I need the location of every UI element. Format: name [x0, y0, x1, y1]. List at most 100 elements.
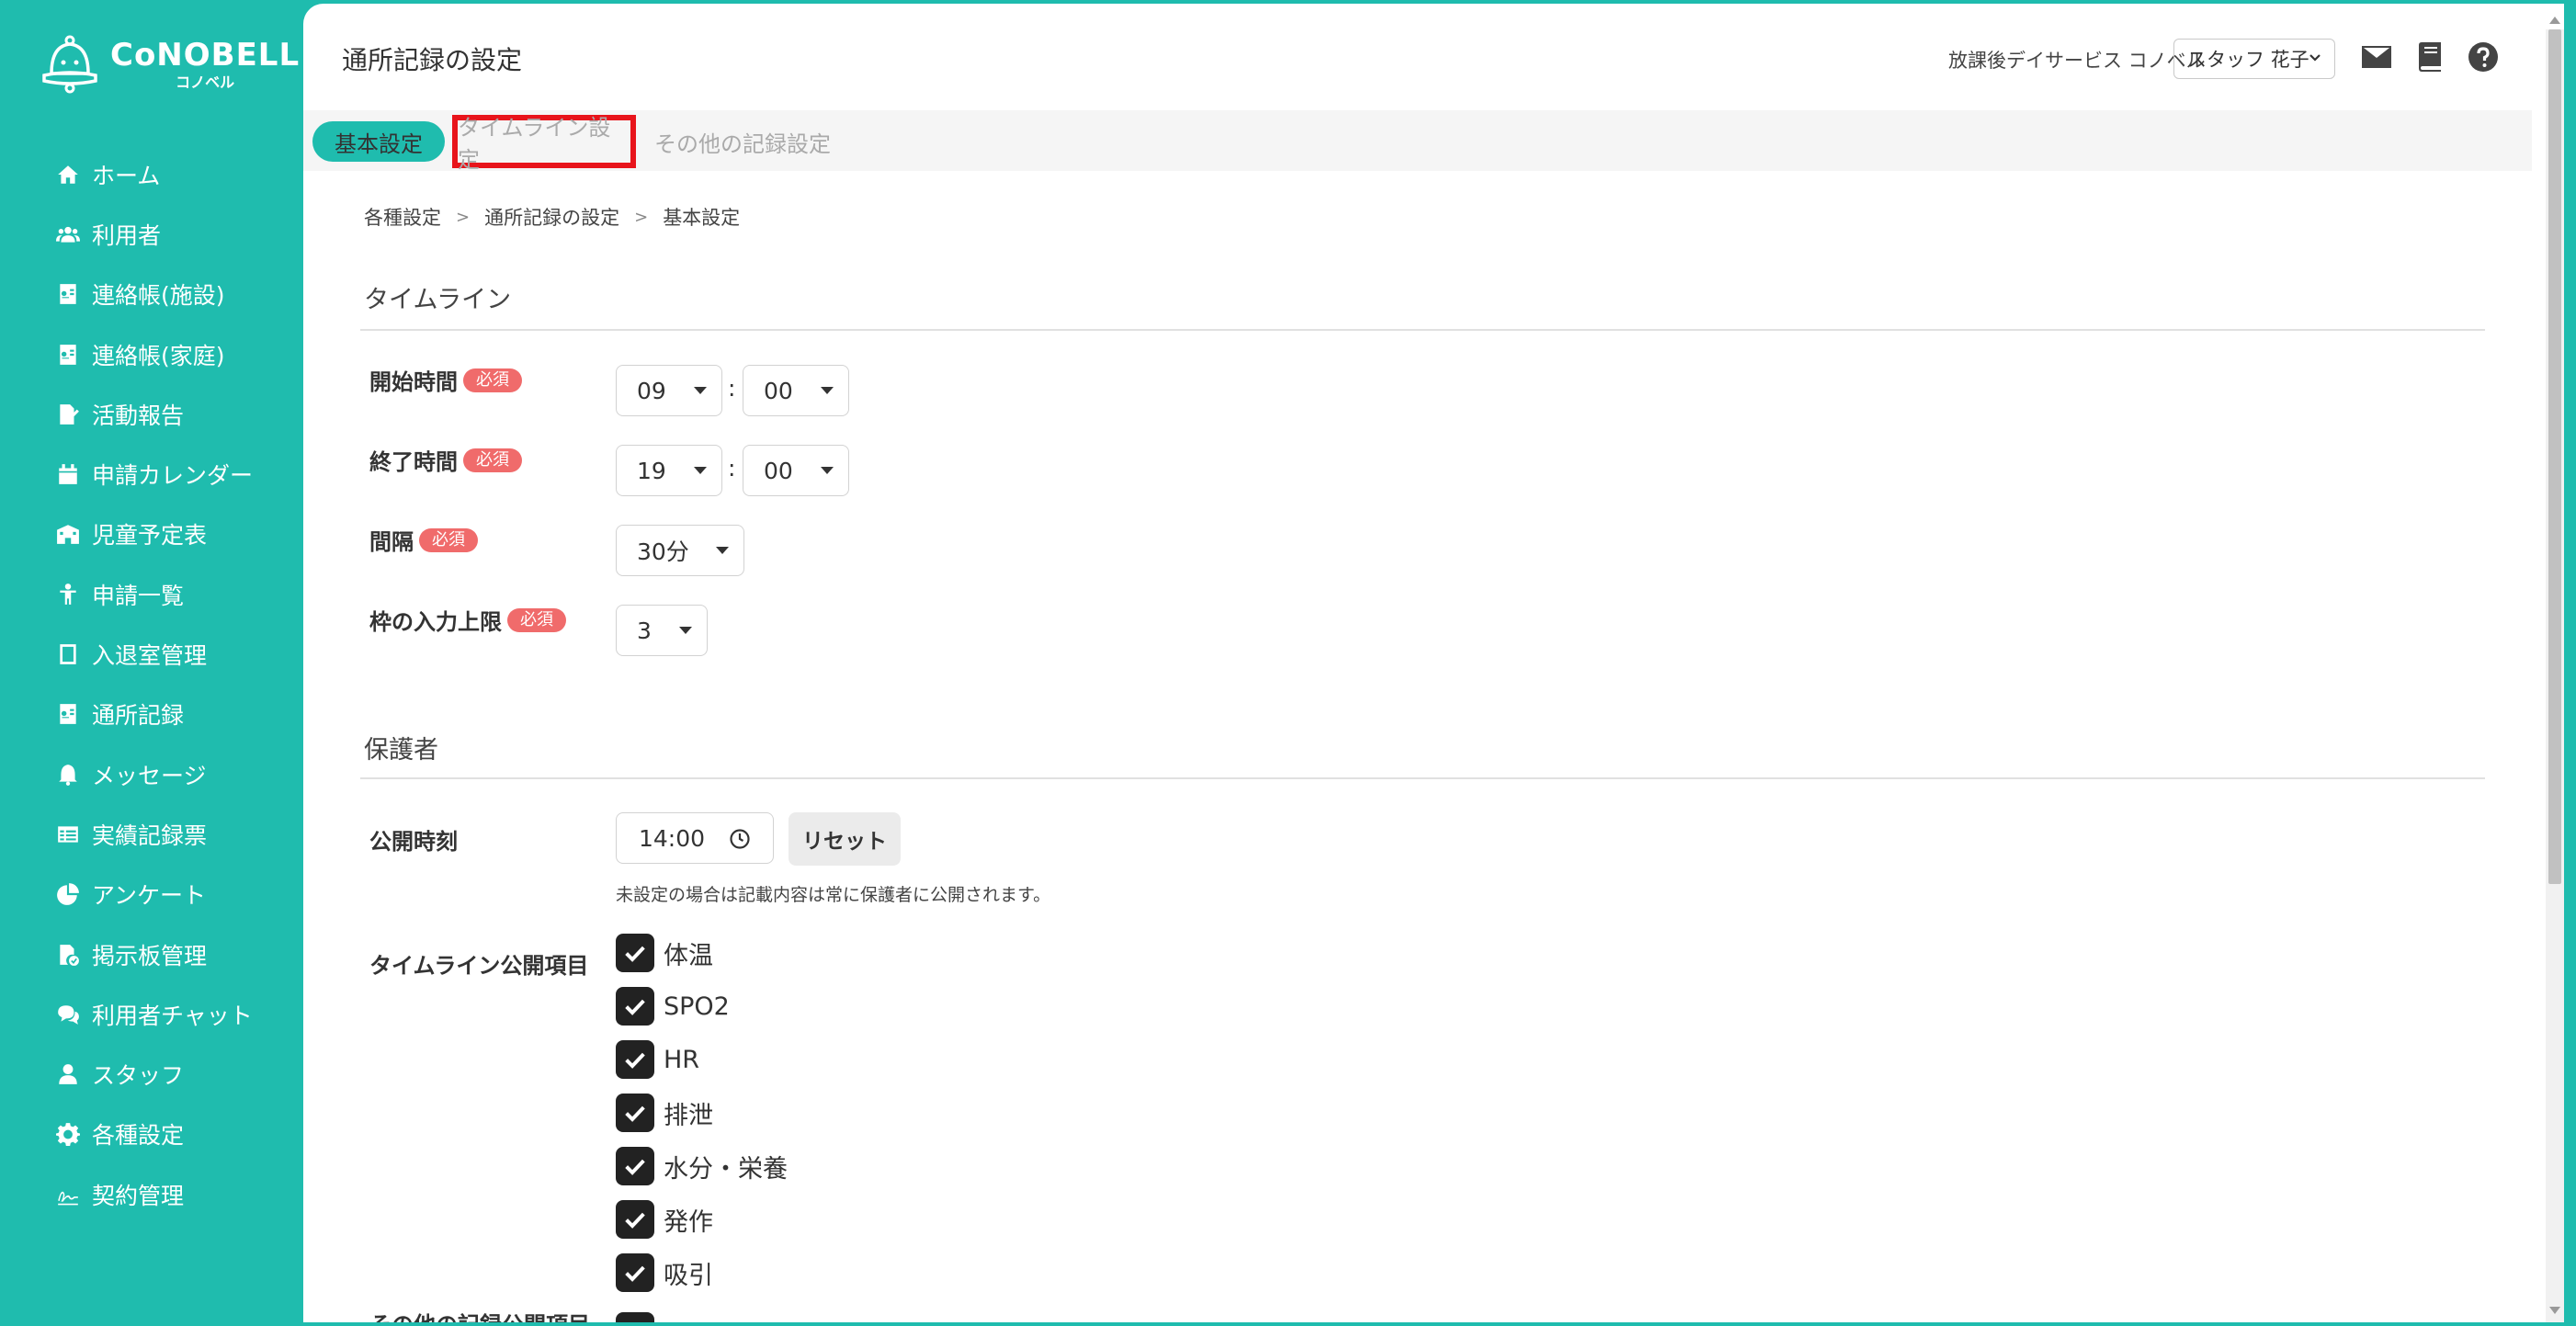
child-icon [55, 582, 81, 607]
sidebar-item-activity-report[interactable]: 活動報告 [0, 384, 303, 444]
checkbox-checked[interactable] [616, 934, 654, 972]
required-badge: 必須 [463, 368, 522, 392]
select-value: 30分 [637, 538, 689, 565]
sidebar-item-calendar[interactable]: 申請カレンダー [0, 444, 303, 504]
input-limit-select[interactable]: 3 [616, 605, 708, 656]
contact-book-icon [55, 342, 81, 368]
checkbox-label: 吸引 [664, 1261, 713, 1290]
sidebar-item-users[interactable]: 利用者 [0, 204, 303, 264]
tab-other-record-settings[interactable]: その他の記録設定 [651, 121, 834, 162]
checkbox-checked[interactable] [616, 1200, 654, 1239]
checkbox-checked[interactable] [616, 1094, 654, 1132]
chevron-down-icon [2309, 54, 2321, 62]
checkbox-checked[interactable] [616, 1147, 654, 1185]
checkbox-checked[interactable] [616, 1312, 654, 1322]
select-value: 00 [764, 377, 793, 404]
required-badge: 必須 [419, 527, 478, 552]
check-icon [625, 999, 645, 1015]
sidebar-item-home[interactable]: ホーム [0, 144, 303, 204]
sidebar-item-contracts[interactable]: 契約管理 [0, 1164, 303, 1224]
sidebar-item-entry-exit[interactable]: 入退室管理 [0, 624, 303, 684]
checkbox-item[interactable]: 発作 [616, 1199, 713, 1240]
sidebar-item-messages[interactable]: メッセージ [0, 744, 303, 804]
signature-icon [55, 1182, 81, 1207]
checkbox-item[interactable]: SPO2 [616, 986, 730, 1026]
checkbox-item[interactable]: 体温 [616, 933, 713, 973]
sidebar-item-label: 入退室管理 [92, 642, 208, 670]
scroll-up-arrow-icon[interactable] [2549, 17, 2560, 24]
sidebar-item-survey[interactable]: アンケート [0, 865, 303, 924]
manual-book-icon[interactable] [2413, 40, 2446, 74]
publish-time-input[interactable]: 14:00 [616, 812, 774, 864]
checkbox-item[interactable]: 水分・栄養 [616, 1146, 788, 1186]
end-hour-select[interactable]: 19 [616, 445, 722, 496]
scroll-down-arrow-icon[interactable] [2549, 1307, 2560, 1314]
building-icon [55, 521, 81, 547]
breadcrumb-separator: > [634, 207, 649, 227]
sidebar-item-bulletin-board[interactable]: 掲示板管理 [0, 924, 303, 984]
sidebar-item-label: 掲示板管理 [92, 942, 208, 969]
input-limit-label: 枠の入力上限 必須 [369, 604, 566, 636]
main-panel: 通所記録の設定 放課後デイサービス コノベル スタッフ 花子 基本設定 タイムラ… [303, 4, 2564, 1322]
select-value: 3 [637, 617, 652, 644]
checkbox-label: 発作 [664, 1207, 713, 1237]
checkbox-label: 排泄 [664, 1101, 713, 1130]
sidebar-item-label: 活動報告 [92, 402, 185, 429]
help-icon[interactable] [2467, 40, 2500, 74]
breadcrumb-item[interactable]: 各種設定 [364, 203, 441, 231]
start-minute-select[interactable]: 00 [743, 365, 849, 416]
breadcrumb-current: 基本設定 [663, 207, 741, 229]
sidebar-item-label: ホーム [92, 162, 161, 189]
check-icon [625, 1105, 645, 1122]
reset-button[interactable]: リセット [789, 812, 901, 866]
sidebar-item-attendance-records[interactable]: 通所記録 [0, 685, 303, 744]
report-icon [55, 402, 81, 427]
clock-icon[interactable] [729, 828, 751, 850]
tab-basic-settings[interactable]: 基本設定 [312, 121, 445, 162]
sidebar-item-contact-facility[interactable]: 連絡帳(施設) [0, 265, 303, 324]
mail-icon[interactable] [2360, 40, 2393, 74]
publish-time-hint: 未設定の場合は記載内容は常に保護者に公開されます。 [616, 885, 1051, 905]
end-minute-select[interactable]: 00 [743, 445, 849, 496]
select-value: 19 [637, 457, 666, 484]
staff-select[interactable]: スタッフ 花子 [2173, 39, 2335, 79]
timeline-items-label: タイムライン公開項目 [369, 947, 588, 980]
sidebar-item-contact-home[interactable]: 連絡帳(家庭) [0, 324, 303, 384]
scrollbar-thumb[interactable] [2548, 29, 2561, 884]
checkbox-item[interactable]: HR [616, 1039, 699, 1080]
time-value: 14:00 [639, 824, 706, 852]
check-icon [625, 1212, 645, 1229]
tab-timeline-settings[interactable]: タイムライン設定 [452, 115, 636, 173]
sidebar-item-performance-records[interactable]: 実績記録票 [0, 804, 303, 864]
header: 通所記録の設定 放課後デイサービス コノベル スタッフ 花子 [303, 4, 2564, 109]
tablet-icon [55, 641, 81, 667]
brand-logo[interactable]: CoNOBELL コノベル [39, 33, 300, 96]
sidebar-item-staff[interactable]: スタッフ [0, 1044, 303, 1104]
board-icon [55, 942, 81, 968]
sidebar-item-child-schedule[interactable]: 児童予定表 [0, 504, 303, 564]
time-separator: : [728, 455, 736, 482]
interval-select[interactable]: 30分 [616, 525, 744, 576]
bell-logo-icon [42, 35, 97, 94]
sidebar-item-settings[interactable]: 各種設定 [0, 1105, 303, 1164]
caret-down-icon [821, 387, 834, 394]
checkbox-checked[interactable] [616, 1040, 654, 1079]
breadcrumb-item[interactable]: 通所記録の設定 [484, 203, 619, 231]
required-badge: 必須 [507, 607, 566, 632]
caret-down-icon [716, 547, 729, 554]
checkbox-checked[interactable] [616, 987, 654, 1026]
staff-name: スタッフ 花子 [2187, 49, 2309, 71]
interval-text: 間隔 [369, 529, 414, 555]
sidebar-item-user-chat[interactable]: 利用者チャット [0, 984, 303, 1044]
checkbox-item[interactable]: 排泄 [616, 1093, 713, 1133]
checkbox-checked[interactable] [616, 1253, 654, 1292]
sidebar-item-label: 契約管理 [92, 1182, 185, 1209]
breadcrumb-separator: > [456, 207, 471, 227]
record-icon [55, 701, 81, 727]
sidebar-item-applications[interactable]: 申請一覧 [0, 564, 303, 624]
start-hour-select[interactable]: 09 [616, 365, 722, 416]
input-limit-text: 枠の入力上限 [369, 609, 502, 635]
sidebar-nav: ホーム 利用者 連絡帳(施設) 連絡帳(家庭) 活動報告 申請カレンダー 児童予… [0, 144, 303, 1224]
checkbox-item[interactable]: 吸引 [616, 1252, 713, 1293]
checkbox-label: HR [664, 1045, 700, 1074]
